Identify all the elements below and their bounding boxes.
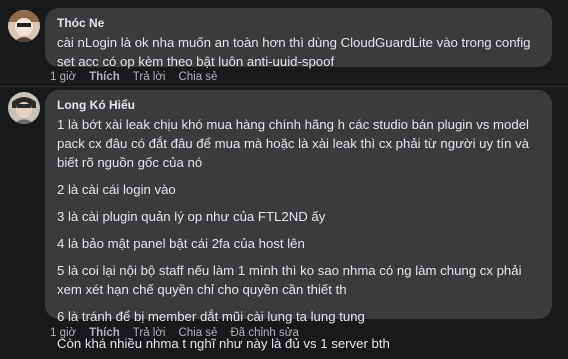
divider <box>0 86 568 87</box>
like-button[interactable]: Thích <box>89 70 120 84</box>
comment-text: cài nLogin là ok nha muốn an toàn hơn th… <box>57 35 531 69</box>
comment-paragraph: 1 là bớt xài leak chịu khó mua hàng chín… <box>57 117 530 170</box>
comment-author[interactable]: Thóc Ne <box>57 15 540 31</box>
share-button[interactable]: Chia sẻ <box>178 326 217 340</box>
avatar[interactable] <box>8 10 40 42</box>
like-button[interactable]: Thích <box>89 326 120 340</box>
share-button[interactable]: Chia sẻ <box>178 70 217 84</box>
comment-time[interactable]: 1 giờ <box>50 70 76 84</box>
comment-bubble: Long Kó Hiểu 1 là bớt xài leak chịu khó … <box>45 90 552 351</box>
comment-paragraph: 4 là bảo mật panel bật cái 2fa của host … <box>57 236 305 251</box>
avatar-image <box>8 92 40 124</box>
comment-paragraph: 5 là coi lại nội bộ staff nếu làm 1 mình… <box>57 263 522 297</box>
comment-paragraph: 3 là cài plugin quản lý op như của FTL2N… <box>57 209 326 224</box>
reply-button[interactable]: Trả lời <box>133 326 166 340</box>
comment-author[interactable]: Long Kó Hiểu <box>57 97 540 113</box>
comment-bubble: Thóc Ne cài nLogin là ok nha muốn an toà… <box>45 8 552 69</box>
comment-paragraph: 2 là cài cái login vào <box>57 182 176 197</box>
reply-button[interactable]: Trả lời <box>133 70 166 84</box>
avatar-image <box>8 10 40 42</box>
edited-label: Đã chỉnh sửa <box>230 327 299 339</box>
comment-paragraph: 6 là tránh để bị member dắt mũi cài lung… <box>57 309 365 324</box>
comment-actions: 1 giờ Thích Trả lời Chia sẻ Đã chỉnh sửa <box>50 326 299 340</box>
avatar[interactable] <box>8 92 40 124</box>
comment-time[interactable]: 1 giờ <box>50 326 76 340</box>
comment-actions: 1 giờ Thích Trả lời Chia sẻ <box>50 70 217 84</box>
